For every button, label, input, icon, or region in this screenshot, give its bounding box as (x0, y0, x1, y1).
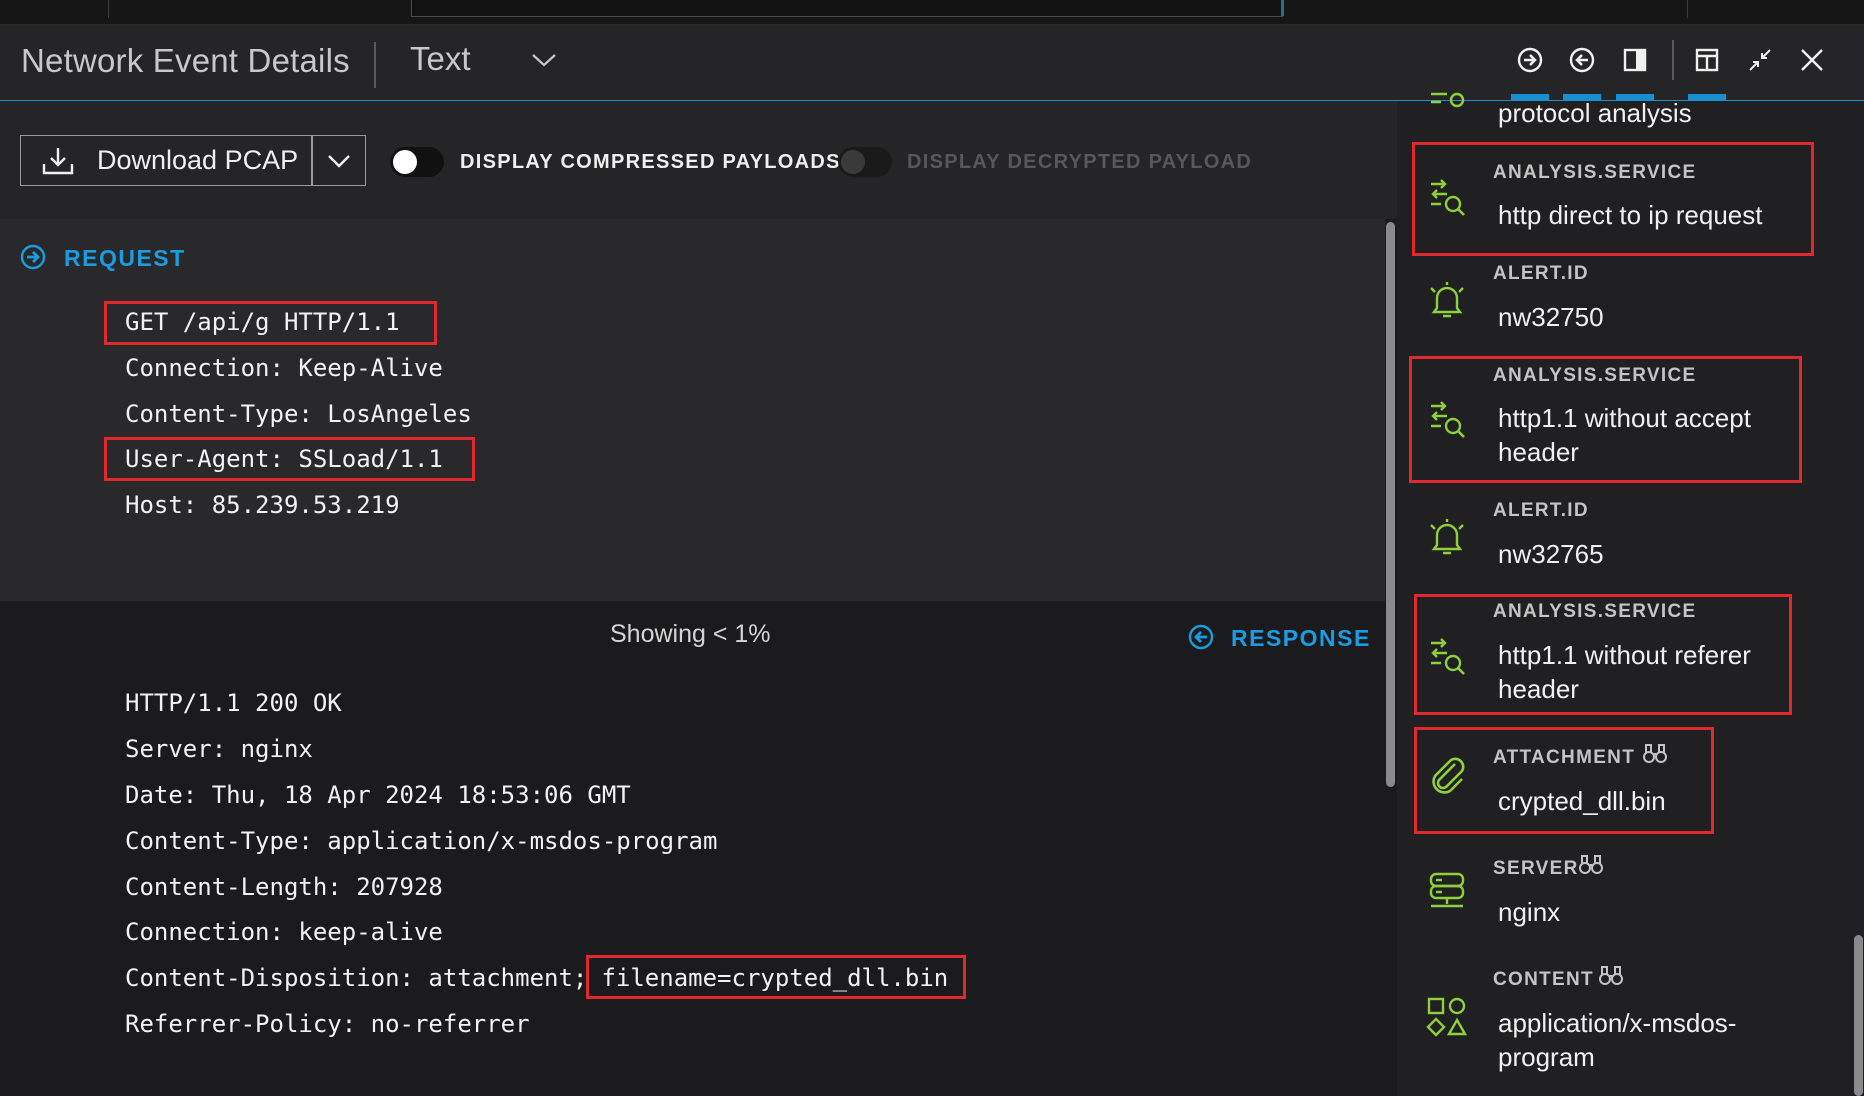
page-title: Network Event Details (21, 42, 350, 79)
request-line: Content-Type: LosAngeles (125, 400, 472, 428)
highlight-box (104, 301, 437, 345)
binoculars-icon[interactable] (1598, 963, 1624, 987)
chevron-down-icon (328, 154, 350, 168)
top-accent-edge (1281, 0, 1284, 16)
compressed-payloads-toggle[interactable] (390, 147, 444, 177)
request-line: Connection: Keep-Alive (125, 354, 443, 382)
meta-label: CONTENT (1493, 969, 1594, 990)
alarm-bell-icon (1430, 282, 1464, 318)
download-pcap-button[interactable]: Download PCAP (20, 135, 312, 186)
toggle-side-panel-icon[interactable] (1615, 40, 1655, 80)
payload-scrollbar-thumb[interactable] (1386, 222, 1395, 787)
meta-label: SERVER (1493, 858, 1579, 879)
highlight-box (1409, 356, 1802, 483)
response-line: Server: nginx (125, 735, 313, 763)
response-line: Date: Thu, 18 Apr 2024 18:53:06 GMT (125, 781, 631, 809)
meta-label: ALERT.ID (1493, 263, 1589, 284)
header-icon-divider (1672, 40, 1674, 80)
toggle-knob (841, 150, 865, 174)
highlight-box (104, 437, 475, 481)
highlight-box (586, 955, 966, 999)
request-heading: REQUEST (64, 245, 186, 271)
layout-icon[interactable] (1687, 40, 1727, 80)
download-pcap-label: Download PCAP (97, 145, 299, 175)
meta-value[interactable]: nw32750 (1498, 300, 1604, 334)
toggle-knob (393, 150, 417, 174)
request-arrow-icon (20, 244, 46, 270)
response-line: Connection: keep-alive (125, 918, 443, 946)
server-icon (1429, 872, 1465, 908)
layout-underline (1688, 94, 1726, 100)
download-options-button[interactable] (312, 135, 366, 186)
highlight-box (1414, 594, 1792, 715)
highlight-box (1412, 142, 1814, 256)
analysis-icon (1431, 92, 1465, 108)
alarm-bell-icon (1430, 519, 1464, 555)
showing-percentage: Showing < 1% (610, 620, 771, 648)
response-heading: RESPONSE (1231, 625, 1371, 651)
highlight-box (1414, 727, 1714, 834)
response-line: Content-Type: application/x-msdos-progra… (125, 827, 718, 855)
content-shapes-icon (1426, 997, 1468, 1037)
response-line: HTTP/1.1 200 OK (125, 689, 342, 717)
response-line: Referrer-Policy: no-referrer (125, 1010, 530, 1038)
collapse-icon[interactable] (1740, 40, 1780, 80)
decrypted-payload-label: DISPLAY DECRYPTED PAYLOAD (907, 151, 1253, 173)
meta-label: ALERT.ID (1493, 500, 1589, 521)
meta-value[interactable]: application/x-msdos-program (1498, 1006, 1778, 1074)
previous-event-icon[interactable] (1562, 40, 1602, 80)
response-line: Content-Length: 207928 (125, 873, 443, 901)
binoculars-icon[interactable] (1578, 852, 1604, 876)
top-divider (108, 0, 109, 18)
response-line: Content-Disposition: attachment; (125, 964, 588, 992)
view-mode-select[interactable]: Text (410, 40, 471, 78)
decrypted-payload-toggle (838, 147, 892, 177)
compressed-payloads-label: DISPLAY COMPRESSED PAYLOADS (460, 151, 841, 173)
next-event-icon[interactable] (1510, 40, 1550, 80)
meta-value[interactable]: nginx (1498, 895, 1560, 929)
response-arrow-icon (1188, 624, 1214, 650)
side-scrollbar-thumb[interactable] (1854, 935, 1863, 1096)
download-icon (42, 147, 74, 174)
chevron-down-icon[interactable] (530, 50, 558, 70)
top-divider (1687, 0, 1688, 18)
title-divider (374, 42, 376, 88)
meta-value[interactable]: protocol analysis (1498, 96, 1692, 130)
meta-value[interactable]: nw32765 (1498, 537, 1604, 571)
request-line: Host: 85.239.53.219 (125, 491, 400, 519)
top-input-remnant (411, 0, 1283, 17)
close-icon[interactable] (1792, 40, 1832, 80)
